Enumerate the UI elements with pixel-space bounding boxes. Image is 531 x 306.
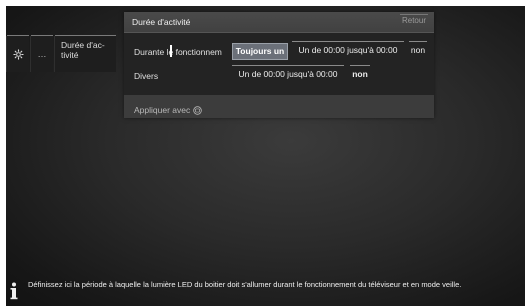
breadcrumb-current[interactable]: Durée d'ac-tivité <box>54 35 116 72</box>
row-label-other: Divers <box>134 71 159 81</box>
tv-screen: … Durée d'ac-tivité Durée d'activité Ret… <box>6 6 525 306</box>
dialog-title: Durée d'activité <box>132 17 191 27</box>
option-no[interactable]: non <box>350 65 370 82</box>
option-time-range[interactable]: Un de 00:00 jusqu'à 00:00 <box>232 65 344 82</box>
dialog-header: Durée d'activité Retour <box>124 12 434 33</box>
option-time-range[interactable]: Un de 00:00 jusqu'à 00:00 <box>292 41 404 58</box>
row-label-operation: Durante le fonctionnem <box>134 47 222 57</box>
settings-crumb[interactable] <box>6 35 29 72</box>
option-always-on[interactable]: Toujours un <box>232 43 288 60</box>
info-icon <box>10 282 18 300</box>
text-cursor <box>170 45 172 57</box>
gear-icon <box>12 48 24 60</box>
option-row-operation: Durante le fonctionnem Toujours un Un de… <box>124 40 434 62</box>
option-row-other: Divers Un de 00:00 jusqu'à 00:00 non <box>124 64 434 86</box>
apply-hint: Appliquer avec <box>134 105 202 115</box>
info-bar: Définissez ici la période à laquelle la … <box>6 276 525 306</box>
breadcrumb-current-label: Durée d'ac-tivité <box>61 40 105 60</box>
breadcrumb-dots: … <box>37 49 47 59</box>
option-no[interactable]: non <box>409 41 427 58</box>
info-text: Définissez ici la période à laquelle la … <box>28 280 462 289</box>
breadcrumb-more[interactable]: … <box>30 35 53 72</box>
activity-duration-dialog: Durée d'activité Retour Durante le fonct… <box>124 12 434 118</box>
back-button[interactable]: Retour <box>399 14 429 25</box>
dialog-content: Durante le fonctionnem Toujours un Un de… <box>124 33 434 95</box>
ok-button-icon <box>193 105 202 115</box>
apply-label: Appliquer avec <box>134 105 191 115</box>
